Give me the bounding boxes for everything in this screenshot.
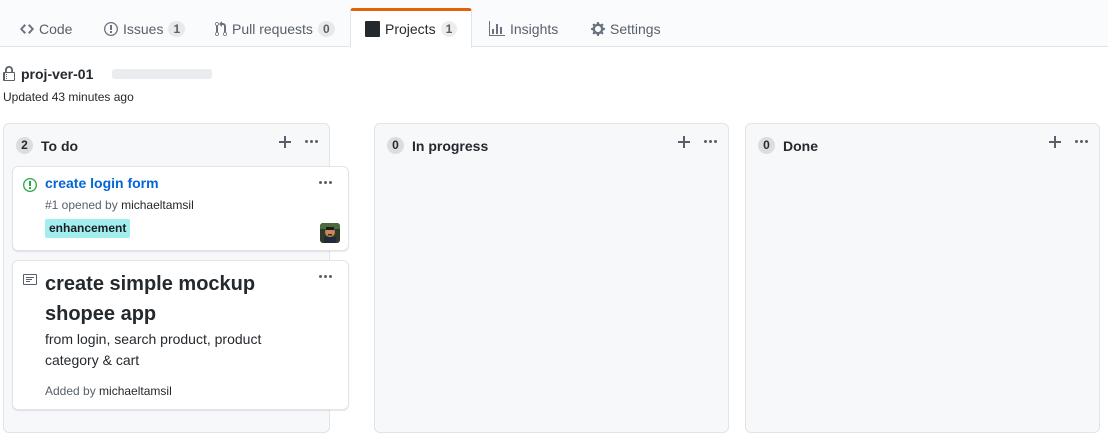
note-meta: Added by michaeltamsil: [45, 384, 172, 398]
kebab-horizontal-icon: [1074, 140, 1088, 143]
note-icon: [23, 274, 37, 285]
column-title: To do: [41, 137, 79, 154]
tab-issues[interactable]: Issues 1: [89, 8, 200, 48]
column-count: 0: [387, 137, 404, 154]
project-icon: [365, 21, 380, 37]
project-updated-text: Updated 43 minutes ago: [3, 90, 134, 104]
note-title: create simple mockup shopee app: [45, 273, 256, 325]
issue-opened-icon: [104, 22, 118, 36]
issues-counter: 1: [168, 21, 186, 37]
tab-pull-requests-label: Pull requests: [232, 21, 313, 37]
avatar[interactable]: [320, 223, 340, 243]
kebab-horizontal-icon: [318, 181, 332, 184]
code-icon: [20, 24, 34, 34]
pull-requests-counter: 0: [317, 21, 335, 37]
project-name: proj-ver-01: [21, 66, 94, 82]
column-title: Done: [783, 137, 818, 154]
issue-meta: #1 opened by michaeltamsil: [45, 198, 194, 212]
tab-code-label: Code: [39, 21, 73, 37]
issue-number-text: #1 opened by: [45, 198, 122, 212]
plus-icon: [678, 136, 690, 148]
tab-insights-label: Insights: [510, 21, 559, 37]
added-by-text: Added by: [45, 384, 100, 398]
column-count: 0: [758, 137, 775, 154]
git-pull-request-icon: [215, 21, 227, 37]
column-todo: 2 To do create login form #1 opened by m…: [3, 123, 349, 433]
note-card[interactable]: create simple mockup shopee app from log…: [12, 260, 349, 410]
column-menu-button[interactable]: [702, 134, 718, 150]
add-card-button[interactable]: [277, 134, 293, 150]
column-in-progress: 0 In progress: [374, 123, 729, 433]
add-card-button[interactable]: [1047, 134, 1063, 150]
kebab-horizontal-icon: [703, 140, 717, 143]
note-body: from login, search product, product cate…: [45, 331, 262, 368]
column-menu-button[interactable]: [1073, 134, 1089, 150]
tab-settings-label: Settings: [610, 21, 661, 37]
projects-counter: 1: [440, 21, 458, 37]
tab-issues-label: Issues: [123, 21, 164, 37]
plus-icon: [279, 136, 291, 148]
gear-icon: [591, 22, 605, 36]
add-card-button[interactable]: [676, 134, 692, 150]
graph-icon: [489, 21, 505, 36]
kebab-horizontal-icon: [304, 140, 318, 143]
loading-placeholder: [112, 69, 213, 79]
tab-pull-requests[interactable]: Pull requests 0: [200, 8, 350, 48]
tab-insights[interactable]: Insights: [474, 8, 573, 48]
column-count: 2: [16, 137, 33, 154]
column-title: In progress: [412, 137, 489, 154]
label-enhancement[interactable]: enhancement: [45, 219, 131, 238]
tab-settings[interactable]: Settings: [576, 8, 676, 48]
column-menu-button[interactable]: [303, 134, 319, 150]
plus-icon: [1049, 136, 1061, 148]
issue-card[interactable]: create login form #1 opened by michaelta…: [12, 166, 349, 251]
card-menu-button[interactable]: [317, 269, 333, 285]
issue-author-link[interactable]: michaeltamsil: [121, 198, 194, 212]
avatar-image: [320, 223, 340, 243]
note-author-link[interactable]: michaeltamsil: [99, 384, 172, 398]
column-done: 0 Done: [745, 123, 1100, 433]
tab-projects[interactable]: Projects 1: [350, 8, 473, 48]
tab-code[interactable]: Code: [5, 8, 87, 48]
kebab-horizontal-icon: [318, 275, 332, 278]
lock-icon: [3, 66, 15, 81]
repo-nav-tabs: Code Issues 1 Pull requests 0 Projects 1…: [0, 0, 1108, 48]
card-menu-button[interactable]: [317, 175, 333, 191]
issue-title-link[interactable]: create login form: [45, 175, 159, 191]
issue-opened-icon: [23, 178, 37, 192]
tab-projects-label: Projects: [385, 21, 436, 37]
project-header: proj-ver-01 Updated 43 minutes ago: [3, 66, 213, 104]
